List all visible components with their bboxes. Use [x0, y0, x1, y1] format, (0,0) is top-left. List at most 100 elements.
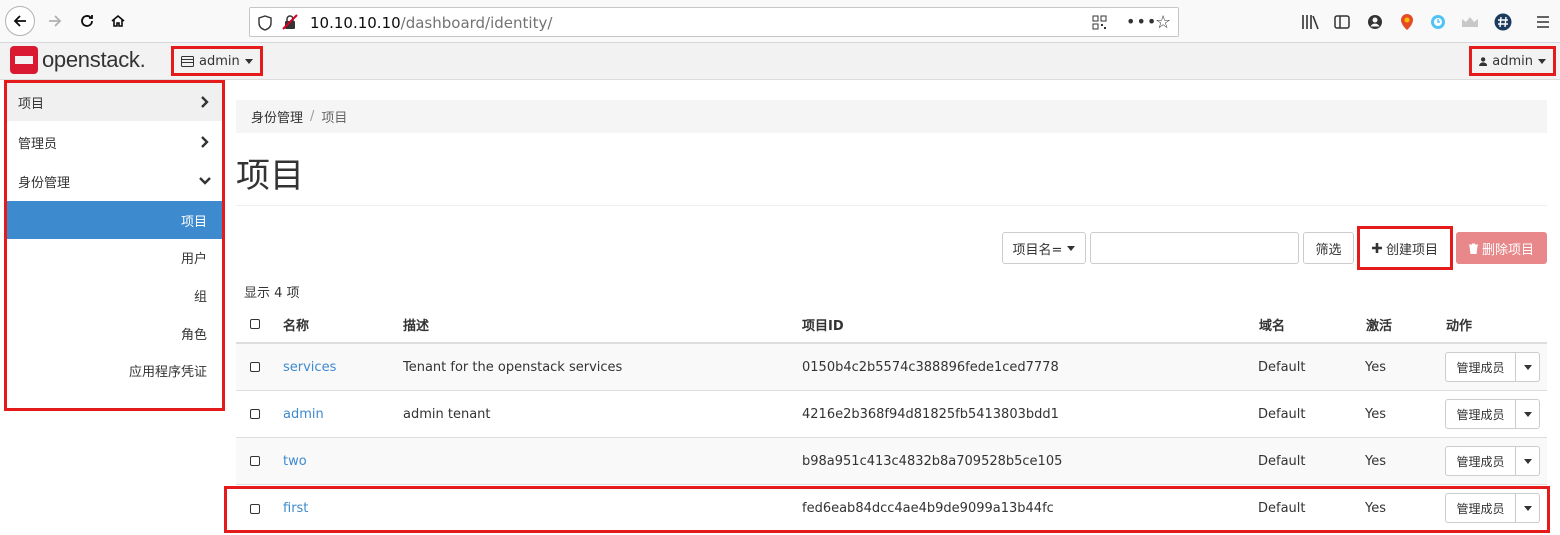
url-text: 10.10.10.10/dashboard/identity/ — [310, 14, 552, 32]
logo-text: openstack. — [42, 47, 146, 72]
sidebar-subitem-projects[interactable]: 项目 — [7, 201, 222, 239]
hamburger-menu-icon[interactable] — [1533, 12, 1553, 32]
table-row: admin admin tenant 4216e2b368f94d81825fb… — [236, 391, 1547, 438]
title-divider — [236, 205, 1547, 206]
column-header-domain[interactable]: 域名 — [1259, 306, 1285, 342]
arrow-left-icon — [13, 15, 26, 27]
location-pin-icon[interactable] — [1397, 12, 1417, 32]
project-enabled: Yes — [1365, 406, 1386, 422]
project-domain: Default — [1258, 359, 1306, 375]
create-project-button[interactable]: 创建项目 — [1357, 226, 1453, 270]
project-name-link[interactable]: two — [283, 454, 307, 469]
reload-icon — [81, 15, 93, 27]
sidebar-subitem-groups[interactable]: 组 — [7, 276, 222, 314]
home-button[interactable] — [103, 6, 133, 36]
chevron-right-icon — [201, 136, 209, 148]
row-actions-dropdown[interactable] — [1516, 446, 1540, 476]
row-checkbox[interactable] — [250, 456, 260, 466]
column-header-description[interactable]: 描述 — [403, 306, 429, 342]
sidebar-item-identity[interactable]: 身份管理 — [7, 162, 222, 200]
row-action-group: 管理成员 — [1445, 352, 1540, 382]
create-project-label: 创建项目 — [1385, 242, 1438, 258]
breadcrumb-current: 项目 — [321, 111, 348, 126]
home-icon — [111, 14, 125, 27]
row-checkbox[interactable] — [250, 409, 260, 419]
user-menu-label: admin — [1492, 53, 1533, 69]
project-name-link[interactable]: services — [283, 360, 336, 375]
delete-project-button[interactable]: 删除项目 — [1456, 232, 1547, 264]
bookmark-star-icon[interactable]: ☆ — [1155, 12, 1171, 33]
select-all-checkbox-cell[interactable] — [250, 306, 260, 342]
filter-button[interactable]: 筛选 — [1303, 232, 1354, 264]
account-icon[interactable] — [1365, 12, 1385, 32]
project-selector-label: admin — [199, 53, 240, 69]
hashtag-extension-icon[interactable] — [1493, 12, 1513, 32]
column-header-project-id[interactable]: 项目ID — [802, 306, 844, 342]
timer-extension-icon[interactable] — [1428, 12, 1448, 32]
table-row: two b98a951c413c4832b8a709528b5ce105 Def… — [236, 438, 1547, 485]
project-id: 4216e2b368f94d81825fb5413803bdd1 — [802, 406, 1059, 422]
url-path: /dashboard/identity/ — [400, 14, 553, 32]
manage-members-button[interactable]: 管理成员 — [1445, 446, 1516, 476]
url-bar[interactable]: 10.10.10.10/dashboard/identity/ ••• ☆ — [249, 7, 1179, 37]
project-domain: Default — [1258, 453, 1306, 469]
manage-members-button[interactable]: 管理成员 — [1445, 399, 1516, 429]
caret-down-icon — [1523, 411, 1532, 417]
row-checkbox-cell[interactable] — [250, 438, 260, 484]
column-header-enabled[interactable]: 激活 — [1366, 306, 1392, 342]
more-actions-icon[interactable]: ••• — [1126, 12, 1157, 31]
sidebar-subitem-users[interactable]: 用户 — [7, 238, 222, 276]
sidebar-subitem-label: 项目 — [180, 214, 207, 230]
breadcrumb-separator: / — [310, 109, 315, 124]
sidebar-subitem-label: 组 — [193, 289, 207, 305]
sidebar-item-label: 项目 — [18, 96, 45, 112]
shield-icon[interactable] — [258, 15, 272, 35]
extension-icon[interactable] — [1460, 12, 1480, 32]
project-enabled: Yes — [1365, 453, 1386, 469]
project-description: Tenant for the openstack services — [403, 359, 623, 375]
manage-members-button[interactable]: 管理成员 — [1445, 352, 1516, 382]
delete-project-label: 删除项目 — [1481, 242, 1534, 258]
sidebar-item-label: 身份管理 — [18, 175, 71, 191]
forward-button[interactable] — [40, 6, 70, 36]
column-header-name[interactable]: 名称 — [283, 306, 309, 342]
select-all-checkbox[interactable] — [250, 319, 260, 329]
url-host: 10.10.10.10 — [310, 14, 401, 32]
back-button[interactable] — [5, 6, 35, 36]
row-action-group: 管理成员 — [1445, 399, 1540, 429]
caret-down-icon — [1067, 245, 1076, 251]
sidebar-item-project[interactable]: 项目 — [7, 83, 222, 121]
row-checkbox-cell[interactable] — [250, 391, 260, 437]
breadcrumb-parent[interactable]: 身份管理 — [251, 107, 303, 126]
browser-toolbar: 10.10.10.10/dashboard/identity/ ••• ☆ — [0, 0, 1560, 43]
user-menu-dropdown[interactable]: admin — [1469, 46, 1556, 76]
trash-icon — [1468, 243, 1478, 254]
sidebar-subitem-label: 应用程序凭证 — [128, 364, 207, 380]
project-selector-dropdown[interactable]: admin — [171, 46, 263, 76]
row-action-group: 管理成员 — [1445, 446, 1540, 476]
row-checkbox[interactable] — [250, 362, 260, 372]
project-id: b98a951c413c4832b8a709528b5ce105 — [802, 453, 1063, 469]
filter-field-select[interactable]: 项目名= — [1002, 232, 1086, 264]
caret-down-icon — [1523, 458, 1532, 464]
openstack-header: openstack. admin admin — [0, 43, 1560, 80]
filter-input[interactable] — [1090, 232, 1299, 264]
row-actions-dropdown[interactable] — [1516, 399, 1540, 429]
sidebar-subitem-app-credentials[interactable]: 应用程序凭证 — [7, 351, 222, 389]
project-name-link[interactable]: admin — [283, 407, 324, 422]
caret-down-icon — [244, 58, 253, 64]
insecure-lock-icon[interactable] — [282, 14, 298, 34]
sidebar-subitem-roles[interactable]: 角色 — [7, 314, 222, 352]
row-actions-dropdown[interactable] — [1516, 352, 1540, 382]
caret-down-icon — [1538, 58, 1546, 64]
sidebar-subitem-label: 角色 — [180, 327, 207, 343]
openstack-logo[interactable]: openstack. — [10, 46, 146, 74]
library-icon[interactable] — [1300, 12, 1320, 32]
chevron-down-icon — [199, 177, 211, 185]
row-checkbox-cell[interactable] — [250, 344, 260, 390]
reload-button[interactable] — [72, 6, 102, 36]
qr-code-icon[interactable] — [1092, 15, 1107, 34]
sidebar-item-admin[interactable]: 管理员 — [7, 123, 222, 161]
sidebar-toggle-icon[interactable] — [1332, 12, 1352, 32]
arrow-right-icon — [49, 15, 62, 27]
